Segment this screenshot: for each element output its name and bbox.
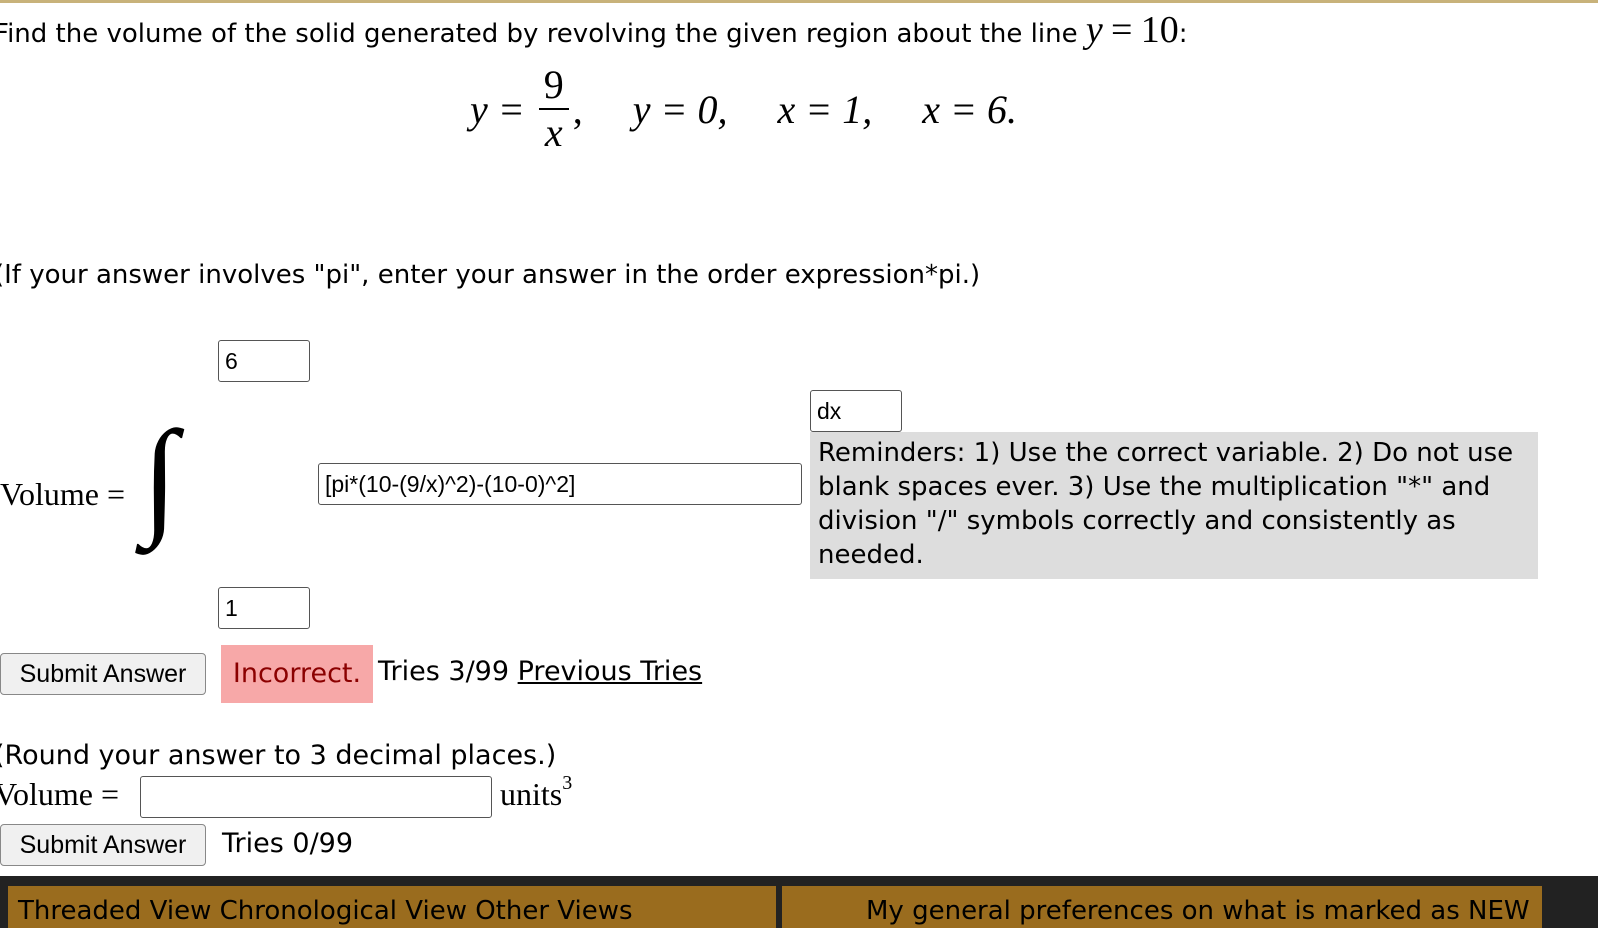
axis-value: 10 [1140, 9, 1179, 51]
view-tabs-label[interactable]: Threaded View Chronological View Other V… [18, 896, 633, 926]
previous-tries-link[interactable]: Previous Tries [518, 656, 703, 687]
eq1-lhs: y = [470, 86, 525, 132]
question-prefix: Find the volume of the solid generated b… [0, 19, 1078, 49]
axis-variable: y [1085, 9, 1103, 51]
submit-answer-button[interactable]: Submit Answer [0, 653, 206, 695]
view-tabs[interactable]: Threaded View Chronological View Other V… [8, 886, 776, 928]
tries-info: Tries 3/99 Previous Tries [378, 656, 702, 687]
volume-label: Volume = [0, 476, 126, 512]
round-hint: (Round your answer to 3 decimal places.) [0, 740, 557, 771]
axis-equals: = [1111, 9, 1133, 51]
tries-count: Tries 3/99 [378, 656, 510, 687]
units-text: units [500, 776, 563, 812]
volume-answer-input[interactable] [140, 776, 492, 818]
integrand-input[interactable] [318, 463, 802, 505]
reminder-box: Reminders: 1) Use the correct variable. … [810, 432, 1538, 579]
eq3: x = 1, [777, 86, 873, 132]
fraction-denominator: x [544, 110, 563, 155]
eq1-comma: , [572, 86, 583, 132]
eq2: y = 0, [632, 86, 728, 132]
status-badge: Incorrect. [221, 645, 373, 703]
submit-answer-button-2[interactable]: Submit Answer [0, 824, 206, 866]
preferences-tab-label[interactable]: My general preferences on what is marked… [866, 896, 1530, 926]
preferences-tab[interactable]: My general preferences on what is marked… [782, 886, 1542, 928]
fraction-numerator: 9 [543, 62, 564, 107]
tries-count-2: Tries 0/99 [222, 828, 354, 859]
top-border [0, 0, 1598, 3]
pi-hint: (If your answer involves "pi", enter you… [0, 260, 981, 290]
question-text: Find the volume of the solid generated b… [0, 8, 1187, 52]
question-suffix: : [1178, 19, 1188, 49]
region-equations: y = 9 x , y = 0, x = 1, x = 6. [470, 64, 1017, 174]
units-exponent: 3 [562, 772, 573, 795]
upper-limit-input[interactable] [218, 340, 310, 382]
differential-input[interactable] [810, 390, 902, 432]
units-label: units3 [500, 772, 572, 813]
eq4: x = 6. [922, 86, 1017, 132]
fraction-9-over-x: 9 x [538, 62, 569, 155]
lower-limit-input[interactable] [218, 587, 310, 629]
volume-label-2: Volume = [0, 776, 120, 812]
integral-sign-icon: ∫ [142, 405, 178, 549]
